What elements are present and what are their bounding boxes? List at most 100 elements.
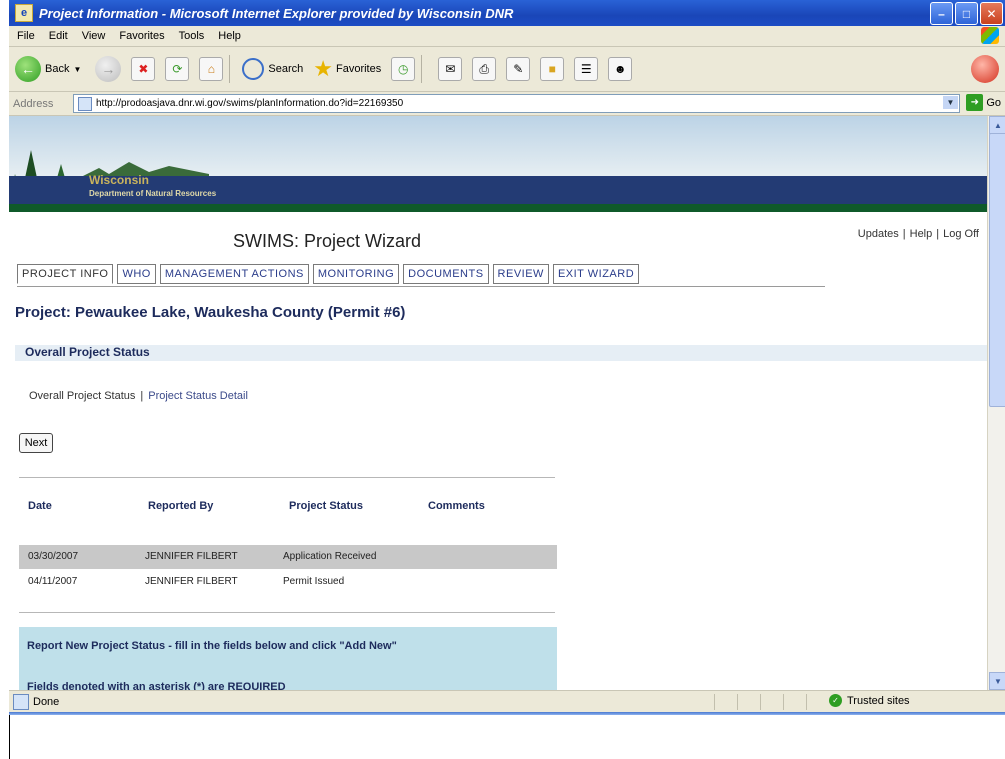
tab-review[interactable]: REVIEW	[492, 264, 549, 284]
address-input[interactable]: http://prodoasjava.dnr.wi.gov/swims/plan…	[73, 94, 960, 113]
status-bar: Done ✓ Trusted sites	[9, 690, 1005, 713]
row-date: 04/11/2007	[28, 576, 78, 587]
page-done-icon	[13, 694, 29, 710]
overall-status-link[interactable]: Overall Project Status	[29, 390, 135, 402]
forward-button[interactable]: →	[95, 56, 122, 82]
back-label: Back	[45, 63, 70, 75]
edit-button[interactable]: ✎	[506, 57, 531, 81]
tab-project-info[interactable]: PROJECT INFO	[17, 264, 114, 284]
menu-edit[interactable]: Edit	[49, 30, 68, 42]
log-off-link[interactable]: Log Off	[943, 228, 979, 240]
go-button[interactable]: ➜ Go	[966, 94, 1001, 111]
menu-view[interactable]: View	[82, 30, 106, 42]
security-zone: ✓ Trusted sites	[829, 694, 910, 707]
status-sublinks: Overall Project Status | Project Status De…	[29, 390, 248, 402]
address-label: Address	[13, 97, 54, 110]
search-button[interactable]: Search	[242, 58, 303, 80]
banner-strip	[9, 204, 987, 212]
zone-label: Trusted sites	[847, 694, 910, 707]
back-button[interactable]: ← Back ▼	[15, 56, 81, 82]
status-text: Done	[33, 696, 60, 708]
window-title-bar: e Project Information - Microsoft Intern…	[9, 0, 1005, 26]
menu-tools[interactable]: Tools	[179, 30, 205, 42]
folder-button[interactable]: ■	[540, 57, 565, 81]
refresh-button[interactable]: ⟳	[165, 57, 190, 81]
scroll-thumb[interactable]	[989, 133, 1005, 407]
tab-exit-wizard[interactable]: EXIT WIZARD	[552, 264, 640, 284]
section-header-bar	[15, 345, 987, 361]
menu-help[interactable]: Help	[218, 30, 241, 42]
home-button[interactable]: ⌂	[199, 57, 224, 81]
row-reported-by: JENNIFER FILBERT	[145, 551, 238, 562]
help-link[interactable]: Help	[910, 228, 933, 240]
header-date: Date	[28, 500, 52, 512]
search-label: Search	[268, 63, 304, 75]
header-project-status: Project Status	[289, 500, 363, 512]
minimize-button[interactable]: –	[930, 2, 953, 25]
history-button[interactable]: ◷	[391, 57, 416, 81]
windows-logo-icon	[981, 27, 999, 44]
tabs-divider	[17, 286, 825, 287]
page-icon	[78, 96, 92, 111]
header-links: Updates | Help | Log Off	[857, 228, 979, 240]
taskbar-edge	[9, 712, 1005, 715]
row-status: Application Received	[283, 551, 377, 562]
menu-bar: File Edit View Favorites Tools Help	[9, 26, 1005, 47]
favorites-button[interactable]: ★ Favorites	[313, 56, 381, 82]
back-arrow-icon: ←	[15, 56, 41, 82]
window-title: Project Information - Microsoft Internet…	[39, 5, 514, 21]
scroll-down-arrow-icon[interactable]: ▼	[989, 672, 1005, 690]
status-cells	[714, 694, 829, 710]
vertical-scrollbar[interactable]: ▲ ▼	[987, 116, 1005, 690]
table-bottom-rule	[19, 612, 555, 613]
go-arrow-icon: ➜	[966, 94, 984, 111]
favorites-label: Favorites	[335, 63, 382, 75]
research-button[interactable]: ☰	[574, 57, 599, 81]
menu-file[interactable]: File	[17, 30, 35, 42]
page-title: SWIMS: Project Wizard	[233, 231, 422, 251]
project-name: Project: Pewaukee Lake, Waukesha County …	[15, 304, 406, 321]
address-dropdown-icon[interactable]: ▼	[943, 96, 958, 109]
status-detail-link[interactable]: Project Status Detail	[148, 390, 248, 402]
tab-who[interactable]: WHO	[117, 264, 156, 284]
row-date: 03/30/2007	[28, 551, 79, 562]
header-reported-by: Reported By	[148, 500, 214, 512]
tab-management-actions[interactable]: MANAGEMENT ACTIONS	[159, 264, 309, 284]
stop-button[interactable]: ✖	[131, 57, 156, 81]
row-status: Permit Issued	[283, 576, 345, 587]
toolbar-separator	[229, 55, 231, 83]
scroll-up-arrow-icon[interactable]: ▲	[989, 116, 1005, 134]
address-url: http://prodoasjava.dnr.wi.gov/swims/plan…	[96, 98, 404, 109]
row-reported-by: JENNIFER FILBERT	[145, 576, 238, 587]
maximize-button[interactable]: □	[955, 2, 978, 25]
mail-button[interactable]: ✉	[438, 57, 463, 81]
table-row: 03/30/2007 JENNIFER FILBERT Application …	[19, 545, 557, 569]
tab-documents[interactable]: DOCUMENTS	[403, 264, 489, 284]
tab-monitoring[interactable]: MONITORING	[312, 264, 400, 284]
window-controls: – □ ✕	[930, 2, 1003, 25]
close-button[interactable]: ✕	[980, 2, 1003, 25]
trusted-check-icon: ✓	[829, 694, 842, 707]
menu-favorites[interactable]: Favorites	[119, 30, 164, 42]
toolbar-separator	[421, 55, 423, 83]
go-label: Go	[986, 96, 1001, 109]
browser-toolbar: ← Back ▼ → ✖ ⟳ ⌂ Search ★ Favorites ◷ ✉ …	[9, 47, 1005, 92]
print-button[interactable]: ⎙	[472, 57, 497, 81]
toolbar-extra-icon[interactable]	[971, 55, 999, 83]
table-top-rule	[19, 477, 555, 478]
table-row: 04/11/2007 JENNIFER FILBERT Permit Issue…	[19, 570, 557, 594]
wizard-tabs: PROJECT INFO WHO MANAGEMENT ACTIONS MONI…	[17, 264, 643, 284]
header-comments: Comments	[428, 500, 485, 512]
dnr-banner: Wisconsin Department of Natural Resource…	[9, 116, 987, 226]
address-bar: Address http://prodoasjava.dnr.wi.gov/sw…	[9, 92, 1005, 116]
messenger-button[interactable]: ☻	[608, 57, 633, 81]
banner-department: Department of Natural Resources	[89, 189, 217, 198]
banner-brand: Wisconsin	[89, 173, 149, 187]
report-status-panel: Report New Project Status - fill in the …	[19, 627, 557, 690]
report-instructions: Report New Project Status - fill in the …	[27, 640, 397, 652]
updates-link[interactable]: Updates	[858, 228, 899, 240]
page-content: Wisconsin Department of Natural Resource…	[9, 116, 987, 690]
section-title: Overall Project Status	[25, 345, 150, 359]
required-fields-note: Fields denoted with an asterisk (*) are …	[27, 681, 286, 690]
next-button[interactable]: Next	[19, 433, 53, 453]
